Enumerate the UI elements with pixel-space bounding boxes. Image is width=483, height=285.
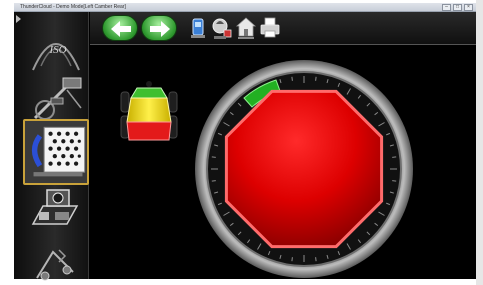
- sensor-icon: [191, 18, 205, 38]
- window-title: ThunderCloud - Demo Mode[Left Camber Rea…: [20, 4, 126, 10]
- gauge-tick: [291, 76, 293, 81]
- window-edge: [476, 0, 483, 285]
- toolbar: [90, 12, 476, 45]
- gauge-tick: [315, 76, 317, 81]
- gauge-tick: [211, 156, 216, 158]
- back-button[interactable]: [102, 15, 138, 41]
- home-tool-button[interactable]: [235, 15, 257, 41]
- sidebar-item-vehicle-lift[interactable]: [23, 232, 89, 285]
- print-tool-button[interactable]: [259, 15, 281, 41]
- iso-label: ISO: [48, 44, 66, 56]
- alignment-canvas: [91, 46, 476, 279]
- forward-button[interactable]: [141, 15, 177, 41]
- title-bar: ThunderCloud - Demo Mode[Left Camber Rea…: [14, 3, 476, 12]
- home-icon: [235, 17, 257, 39]
- vehicle-lift-icon: [36, 249, 74, 281]
- sidebar: ISO: [14, 12, 89, 281]
- alignment-view: [120, 60, 413, 278]
- gauge-tick: [211, 180, 216, 182]
- gauge-tick: [315, 257, 317, 262]
- maximize-button[interactable]: □: [453, 4, 462, 11]
- sensor-tool-button[interactable]: [187, 15, 209, 41]
- car-front-marker: [146, 81, 152, 87]
- front-right-tire: [168, 91, 178, 113]
- status-octagon: [224, 89, 384, 249]
- collapse-sidebar-icon[interactable]: [16, 15, 21, 23]
- camber-gauge: [195, 60, 413, 278]
- minimize-button[interactable]: –: [442, 4, 451, 11]
- car-body: [126, 97, 172, 123]
- front-left-tire: [120, 91, 130, 113]
- car-indicator: [120, 81, 178, 141]
- gauge-tick: [392, 156, 397, 158]
- close-button[interactable]: ×: [464, 4, 473, 11]
- user-head-icon: [212, 18, 232, 39]
- window-controls: – □ ×: [442, 4, 473, 11]
- rear-axle-zone: [126, 121, 172, 141]
- app-body: ISO: [14, 12, 476, 281]
- left-arrow-icon: [111, 21, 131, 37]
- right-arrow-icon: [150, 21, 170, 37]
- printer-icon: [260, 17, 280, 38]
- front-axle-zone: [130, 87, 168, 99]
- user-tool-button[interactable]: [210, 15, 232, 41]
- gauge-tick: [291, 257, 293, 262]
- gauge-tick: [392, 180, 397, 182]
- app-window: ThunderCloud - Demo Mode[Left Camber Rea…: [0, 0, 483, 285]
